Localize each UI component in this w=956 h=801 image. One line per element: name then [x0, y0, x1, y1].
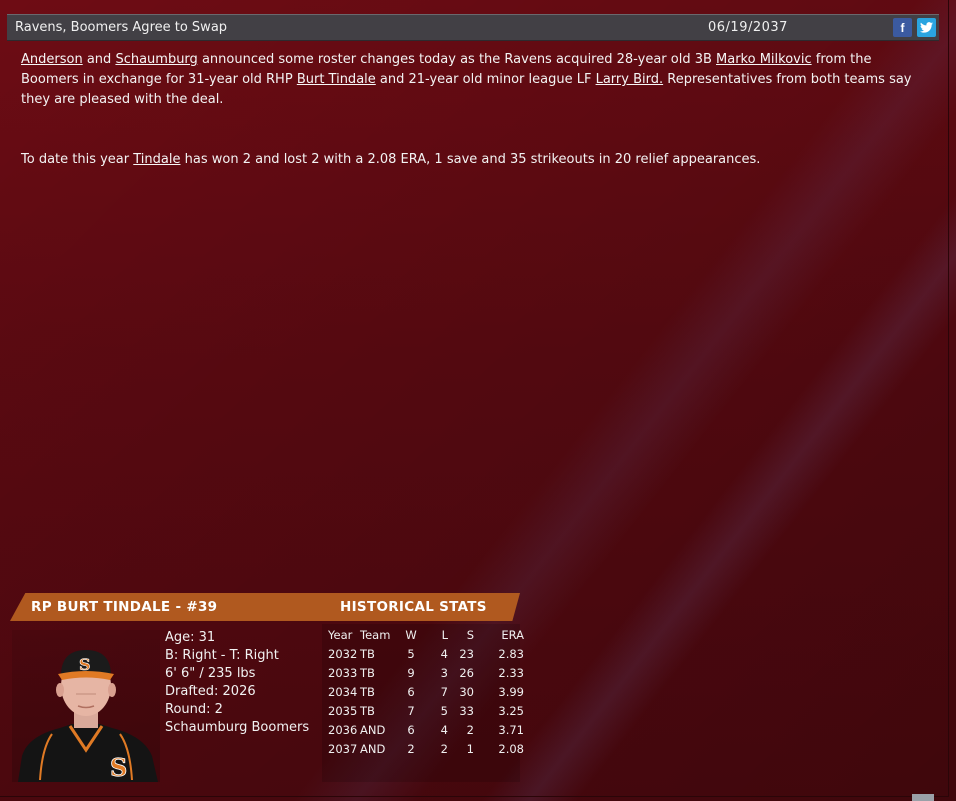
cell-losses: 3: [440, 665, 448, 680]
player-drafted: Drafted: 2026: [165, 684, 256, 699]
cell-era: 2.33: [498, 665, 524, 680]
player-portrait[interactable]: S S: [12, 630, 160, 782]
facebook-icon: f: [900, 20, 905, 35]
cell-losses: 4: [440, 722, 448, 737]
cell-year: 2034: [328, 684, 358, 699]
cell-saves: 23: [459, 646, 474, 661]
table-row: 2033 TB 9 3 26 2.33: [324, 663, 524, 682]
table-row: 2034 TB 6 7 30 3.99: [324, 682, 524, 701]
cell-wins: 9: [407, 665, 415, 680]
cell-losses: 4: [440, 646, 448, 661]
cell-era: 3.99: [498, 684, 524, 699]
cell-year: 2032: [328, 646, 358, 661]
player-photo-icon: S S: [18, 650, 158, 782]
cell-team: TB: [360, 684, 375, 699]
article-headline: Ravens, Boomers Agree to Swap: [15, 20, 228, 35]
col-saves: S: [466, 627, 474, 642]
col-year: Year: [328, 627, 353, 642]
cell-team: AND: [360, 741, 386, 756]
title-bar: Ravens, Boomers Agree to Swap 06/19/2037…: [7, 14, 939, 41]
player-bio: Age: 31 B: Right - T: Right 6' 6" / 235 …: [165, 629, 309, 737]
cell-era: 3.25: [498, 703, 524, 718]
link-anderson[interactable]: Anderson: [21, 52, 83, 67]
article-paragraph-2: To date this year Tindale has won 2 and …: [21, 150, 931, 170]
cell-saves: 2: [466, 722, 474, 737]
col-era: ERA: [501, 627, 524, 642]
player-bats-throws: B: Right - T: Right: [165, 648, 279, 663]
article-paragraph-1: Anderson and Schaumburg announced some r…: [21, 50, 931, 110]
facebook-share-button[interactable]: f: [893, 18, 912, 37]
col-team: Team: [360, 627, 391, 642]
cell-era: 3.71: [498, 722, 524, 737]
cell-year: 2036: [328, 722, 358, 737]
cell-saves: 1: [466, 741, 474, 756]
article-text: announced some roster changes today as t…: [197, 52, 717, 67]
link-tindale[interactable]: Tindale: [133, 152, 180, 167]
link-burt-tindale[interactable]: Burt Tindale: [297, 72, 376, 87]
cell-wins: 6: [407, 722, 415, 737]
cell-era: 2.08: [498, 741, 524, 756]
cell-wins: 7: [407, 703, 415, 718]
cell-era: 2.83: [498, 646, 524, 661]
svg-text:S: S: [110, 753, 127, 782]
stats-header-row: Year Team W L S ERA: [324, 625, 524, 644]
table-row: 2037 AND 2 2 1 2.08: [324, 739, 524, 758]
cell-saves: 26: [459, 665, 474, 680]
col-wins: W: [405, 627, 417, 642]
cell-team: AND: [360, 722, 386, 737]
article-text: and: [82, 52, 116, 67]
cell-team: TB: [360, 703, 375, 718]
scrollbar-corner[interactable]: [912, 794, 934, 801]
cell-team: TB: [360, 646, 375, 661]
historical-stats-title: HISTORICAL STATS: [340, 599, 487, 615]
twitter-share-button[interactable]: [917, 18, 936, 37]
cell-losses: 7: [440, 684, 448, 699]
twitter-icon: [920, 22, 933, 33]
link-larry-bird[interactable]: Larry Bird.: [596, 72, 664, 87]
historical-stats-table: Year Team W L S ERA 2032 TB 5 4 23 2.83 …: [324, 625, 524, 758]
table-row: 2036 AND 6 4 2 3.71: [324, 720, 524, 739]
cell-wins: 6: [407, 684, 415, 699]
table-row: 2035 TB 7 5 33 3.25: [324, 701, 524, 720]
cell-wins: 5: [407, 646, 415, 661]
cell-year: 2037: [328, 741, 358, 756]
article-body: Anderson and Schaumburg announced some r…: [21, 50, 931, 210]
link-marko-milkovic[interactable]: Marko Milkovic: [716, 52, 812, 67]
cell-year: 2035: [328, 703, 358, 718]
col-losses: L: [441, 627, 448, 642]
cell-saves: 33: [459, 703, 474, 718]
player-age: Age: 31: [165, 630, 216, 645]
cell-team: TB: [360, 665, 375, 680]
link-schaumburg[interactable]: Schaumburg: [115, 52, 197, 67]
player-card-title[interactable]: RP BURT TINDALE - #39: [31, 599, 217, 615]
player-height-weight: 6' 6" / 235 lbs: [165, 666, 256, 681]
cell-year: 2033: [328, 665, 358, 680]
cell-saves: 30: [459, 684, 474, 699]
table-row: 2032 TB 5 4 23 2.83: [324, 644, 524, 663]
player-draft-round: Round: 2: [165, 702, 223, 717]
article-date: 06/19/2037: [708, 20, 788, 35]
player-team: Schaumburg Boomers: [165, 720, 310, 735]
cell-losses: 2: [440, 741, 448, 756]
cell-wins: 2: [407, 741, 415, 756]
svg-text:S: S: [79, 655, 91, 674]
cell-losses: 5: [440, 703, 448, 718]
article-text: and 21-year old minor league LF: [375, 72, 596, 87]
article-text: To date this year: [21, 152, 134, 167]
article-text: has won 2 and lost 2 with a 2.08 ERA, 1 …: [180, 152, 761, 167]
